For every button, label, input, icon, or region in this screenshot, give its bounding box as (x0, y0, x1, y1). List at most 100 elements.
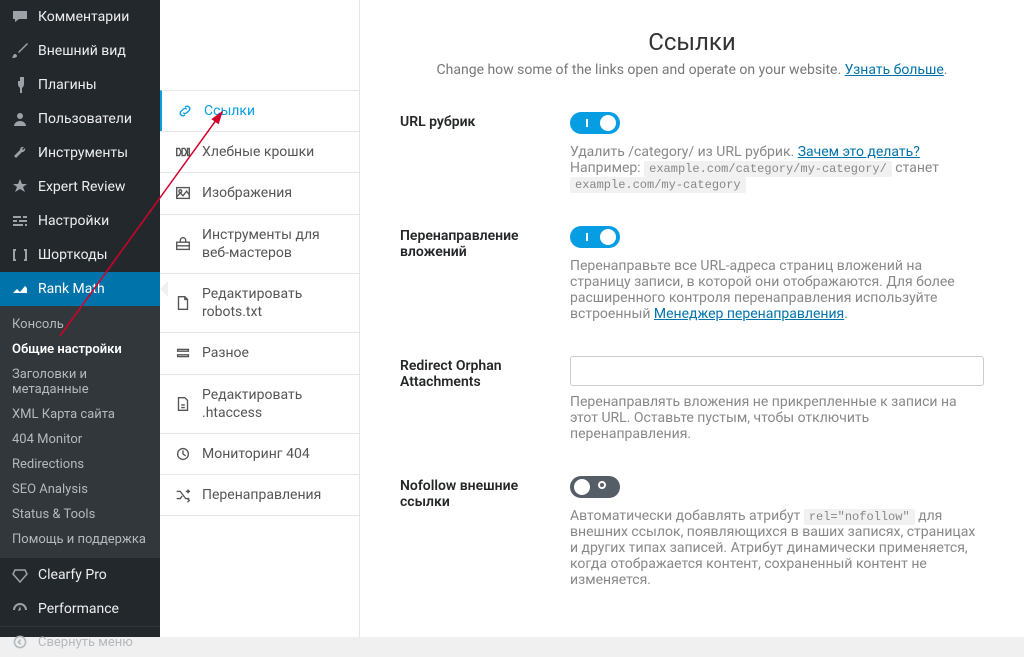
content: Ссылки Хлебные крошки Изображения Инстру… (160, 0, 1024, 637)
text: Перенаправлять вложения не прикрепленные… (570, 394, 984, 442)
text: . (844, 306, 848, 322)
toolbox-icon (174, 235, 192, 253)
field-attachment-redirect: Перенаправление вложений Перенаправьте в… (400, 226, 984, 322)
text: Автоматически добавлять атрибут (570, 508, 804, 524)
text: Удалить /category/ из URL рубрик. (570, 144, 798, 160)
sidebar-label: Инструменты (38, 145, 128, 161)
user-icon (10, 109, 30, 129)
settings-tabs: Ссылки Хлебные крошки Изображения Инстру… (160, 0, 360, 637)
wrench-icon (10, 143, 30, 163)
page-desc-text: Change how some of the links open and op… (437, 62, 845, 78)
sidebar-label: Expert Review (38, 179, 125, 195)
tab-label: Инструменты для веб-мастеров (202, 226, 345, 262)
orphan-url-input[interactable] (570, 356, 984, 386)
tab-images[interactable]: Изображения (160, 172, 359, 214)
sidebar-item-performance[interactable]: Performance (0, 592, 160, 626)
field-content: Перенаправьте все URL-адреса страниц вло… (570, 226, 984, 322)
tab-label: Редактировать robots.txt (202, 285, 345, 321)
sub-xml[interactable]: XML Карта сайта (0, 402, 160, 427)
text: Например: (570, 160, 644, 176)
tab-label: Редактировать .htaccess (202, 386, 345, 422)
sidebar-label: Clearfy Pro (38, 567, 107, 583)
sub-general[interactable]: Общие настройки (0, 337, 160, 362)
monitor-icon (174, 445, 192, 463)
file-icon (174, 294, 192, 312)
tab-label: Разное (202, 344, 249, 362)
sidebar-label: Внешний вид (38, 43, 126, 59)
tab-htaccess[interactable]: Редактировать .htaccess (160, 374, 359, 434)
sidebar-item-tools[interactable]: Инструменты (0, 136, 160, 170)
field-label: Перенаправление вложений (400, 226, 570, 260)
star-icon (10, 177, 30, 197)
tab-links[interactable]: Ссылки (160, 90, 359, 132)
comment-icon (10, 7, 30, 27)
tab-misc[interactable]: Разное (160, 332, 359, 374)
tab-label: Изображения (202, 184, 292, 202)
sub-console[interactable]: Консоль (0, 312, 160, 337)
sub-help[interactable]: Помощь и поддержка (0, 527, 160, 552)
sidebar-label: Performance (38, 601, 119, 617)
breadcrumb-icon (174, 143, 192, 161)
diamond-icon (10, 565, 30, 585)
shuffle-icon (174, 486, 192, 504)
sub-seo[interactable]: SEO Analysis (0, 477, 160, 502)
code-nofollow: rel="nofollow" (804, 509, 915, 525)
bracket-icon (10, 245, 30, 265)
field-label: Redirect Orphan Attachments (400, 356, 570, 390)
sub-status[interactable]: Status & Tools (0, 502, 160, 527)
collapse-menu[interactable]: Свернуть меню (0, 626, 160, 657)
tab-robots[interactable]: Редактировать robots.txt (160, 273, 359, 333)
why-link[interactable]: Зачем это делать? (798, 144, 920, 160)
tab-redirections[interactable]: Перенаправления (160, 474, 359, 516)
sub-404[interactable]: 404 Monitor (0, 427, 160, 452)
main-panel: Ссылки Change how some of the links open… (360, 0, 1024, 637)
code-example-after: example.com/my-category (570, 177, 746, 193)
learn-more-link[interactable]: Узнать больше (845, 62, 944, 78)
page-desc: Change how some of the links open and op… (400, 62, 984, 78)
sidebar-label: Шорткоды (38, 247, 107, 263)
sidebar-label: Комментарии (38, 9, 129, 25)
field-orphan-redirect: Redirect Orphan Attachments Перенаправля… (400, 356, 984, 442)
wp-admin-sidebar: Комментарии Внешний вид Плагины Пользова… (0, 0, 160, 637)
sub-redirections[interactable]: Redirections (0, 452, 160, 477)
sidebar-item-rankmath[interactable]: Rank Math (0, 272, 160, 306)
sidebar-item-appearance[interactable]: Внешний вид (0, 34, 160, 68)
code-example-before: example.com/category/my-category/ (644, 161, 892, 177)
field-content: Удалить /category/ из URL рубрик. Зачем … (570, 112, 984, 192)
tab-label: Ссылки (204, 102, 255, 120)
toggle-url-rubric[interactable] (570, 112, 620, 134)
brush-icon (10, 41, 30, 61)
sidebar-label: Настройки (38, 213, 109, 229)
field-label: URL рубрик (400, 112, 570, 130)
rankmath-submenu: Консоль Общие настройки Заголовки и мета… (0, 306, 160, 558)
sidebar-item-expert[interactable]: Expert Review (0, 170, 160, 204)
toggle-attachment-redirect[interactable] (570, 226, 620, 248)
tab-404monitor[interactable]: Мониторинг 404 (160, 433, 359, 475)
redirect-manager-link[interactable]: Менеджер перенаправления (654, 306, 844, 322)
sub-titles[interactable]: Заголовки и метаданные (0, 362, 160, 402)
toggle-nofollow[interactable] (570, 476, 620, 498)
tab-label: Хлебные крошки (202, 143, 314, 161)
misc-icon (174, 344, 192, 362)
field-content: Перенаправлять вложения не прикрепленные… (570, 356, 984, 442)
sidebar-item-plugins[interactable]: Плагины (0, 68, 160, 102)
sidebar-item-shortcodes[interactable]: Шорткоды (0, 238, 160, 272)
sidebar-label: Пользователи (38, 111, 132, 127)
field-label: Nofollow внешние ссылки (400, 476, 570, 510)
sidebar-item-comments[interactable]: Комментарии (0, 0, 160, 34)
tab-webmaster[interactable]: Инструменты для веб-мастеров (160, 214, 359, 274)
sidebar-item-users[interactable]: Пользователи (0, 102, 160, 136)
field-content: Автоматически добавлять атрибут rel="nof… (570, 476, 984, 588)
tab-label: Мониторинг 404 (202, 445, 310, 463)
collapse-icon (10, 634, 30, 650)
tab-breadcrumbs[interactable]: Хлебные крошки (160, 131, 359, 173)
gauge-icon (10, 599, 30, 619)
sidebar-item-settings[interactable]: Настройки (0, 204, 160, 238)
image-icon (174, 184, 192, 202)
sliders-icon (10, 211, 30, 231)
field-nofollow: Nofollow внешние ссылки Автоматически до… (400, 476, 984, 588)
file-edit-icon (174, 395, 192, 413)
rankmath-icon (10, 279, 30, 299)
sidebar-item-clearfy[interactable]: Clearfy Pro (0, 558, 160, 592)
tab-label: Перенаправления (202, 486, 321, 504)
